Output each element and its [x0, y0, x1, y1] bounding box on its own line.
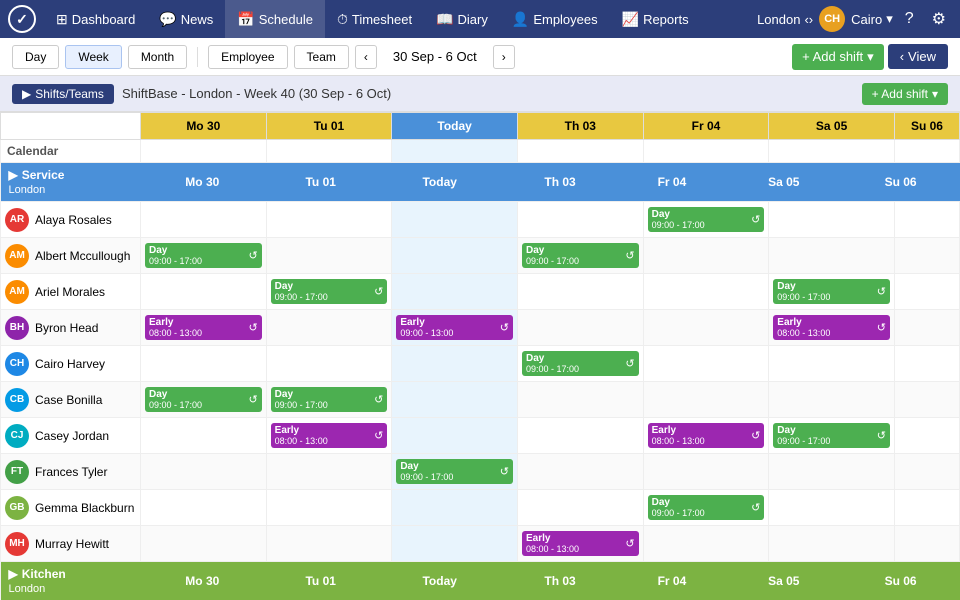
reports-icon: 📈 — [622, 11, 639, 28]
schedule-icon: 📅 — [237, 11, 254, 28]
location-button[interactable]: London ‹› — [757, 12, 813, 27]
emp-name-gemma: GB Gemma Blackburn — [1, 490, 141, 526]
date-range: 30 Sep - 6 Oct — [383, 49, 487, 64]
schedule-table: Mo 30 Tu 01 Today Th 03 Fr 04 Sa 05 Su 0… — [0, 112, 960, 600]
header-today: Today — [392, 113, 518, 140]
next-week-button[interactable]: › — [493, 45, 515, 69]
add-shift-button[interactable]: + Add shift ▾ — [792, 44, 884, 70]
shift-block[interactable]: Day09:00 - 17:00 ↺ — [271, 279, 388, 304]
emp-name-frances: FT Frances Tyler — [1, 454, 141, 490]
employee-row-alaya: AR Alaya Rosales Day09:00 - 17:00 ↺ — [1, 202, 960, 238]
shift-block[interactable]: Day09:00 - 17:00 ↺ — [396, 459, 513, 484]
shift-block[interactable]: Early08:00 - 13:00 ↺ — [522, 531, 639, 556]
shifts-banner: ▶ Shifts/Teams ShiftBase - London - Week… — [0, 76, 960, 112]
logo-icon: ✓ — [8, 5, 36, 33]
shift-block[interactable]: Day09:00 - 17:00 ↺ — [773, 279, 890, 304]
user-menu-button[interactable]: Cairo ▾ — [851, 11, 893, 27]
month-view-button[interactable]: Month — [128, 45, 187, 69]
header-fri: Fr 04 — [643, 113, 769, 140]
shift-block[interactable]: Day09:00 - 17:00 ↺ — [773, 423, 890, 448]
shift-block[interactable]: Day09:00 - 17:00 ↺ — [522, 243, 639, 268]
diary-icon: 📖 — [436, 11, 453, 28]
day-view-button[interactable]: Day — [12, 45, 59, 69]
service-label: ▶ServiceLondon — [1, 163, 141, 201]
shift-block[interactable]: Day09:00 - 17:00 ↺ — [271, 387, 388, 412]
header-empty — [1, 113, 141, 140]
nav-employees[interactable]: 👤 Employees — [500, 0, 610, 38]
help-button[interactable]: ? — [899, 8, 920, 30]
emp-name-casey: CJ Casey Jordan — [1, 418, 141, 454]
nav-items: ⊞ Dashboard 💬 News 📅 Schedule ⏱ Timeshee… — [44, 0, 757, 38]
dashboard-icon: ⊞ — [56, 11, 68, 28]
nav-news[interactable]: 💬 News — [147, 0, 225, 38]
timesheet-icon: ⏱ — [337, 11, 348, 28]
week-view-button[interactable]: Week — [65, 45, 121, 69]
shift-block[interactable]: Day09:00 - 17:00 ↺ — [145, 387, 262, 412]
shift-block[interactable]: Early08:00 - 13:00 ↺ — [271, 423, 388, 448]
shifts-teams-tab[interactable]: ▶ Shifts/Teams — [12, 84, 114, 104]
employee-row-gemma: GB Gemma Blackburn Day09:00 - 17:00 ↺ — [1, 490, 960, 526]
emp-name-case: CB Case Bonilla — [1, 382, 141, 418]
shifts-title: ShiftBase - London - Week 40 (30 Sep - 6… — [122, 86, 854, 101]
employee-row-albert: AM Albert Mccullough Day09:00 - 17:00 ↺ … — [1, 238, 960, 274]
shift-block[interactable]: Day09:00 - 17:00 ↺ — [648, 495, 765, 520]
nav-diary[interactable]: 📖 Diary — [424, 0, 500, 38]
header-thu: Th 03 — [517, 113, 643, 140]
shift-block[interactable]: Early08:00 - 13:00 ↺ — [145, 315, 262, 340]
employee-row-murray: MH Murray Hewitt Early08:00 - 13:00 ↺ — [1, 526, 960, 562]
employee-row-frances: FT Frances Tyler Day09:00 - 17:00 ↺ — [1, 454, 960, 490]
nav-timesheet[interactable]: ⏱ Timesheet — [325, 0, 424, 38]
header-tue: Tu 01 — [266, 113, 392, 140]
header-mon: Mo 30 — [141, 113, 267, 140]
emp-name-ariel: AM Ariel Morales — [1, 274, 141, 310]
nav-reports[interactable]: 📈 Reports — [610, 0, 701, 38]
employee-row-cairo: CH Cairo Harvey Day09:00 - 17:00 ↺ — [1, 346, 960, 382]
shift-block[interactable]: Day09:00 - 17:00 ↺ — [145, 243, 262, 268]
shift-block[interactable]: Day09:00 - 17:00 ↺ — [648, 207, 765, 232]
kitchen-section-header: ▶KitchenLondon Mo 30 Tu 01 Today Th 03 F… — [1, 562, 960, 600]
top-nav: ✓ ⊞ Dashboard 💬 News 📅 Schedule ⏱ Timesh… — [0, 0, 960, 38]
emp-name-alaya: AR Alaya Rosales — [1, 202, 141, 238]
employee-row-ariel: AM Ariel Morales Day09:00 - 17:00 ↺ — [1, 274, 960, 310]
emp-name-murray: MH Murray Hewitt — [1, 526, 141, 562]
header-sat: Sa 05 — [769, 113, 895, 140]
shift-block[interactable]: Early09:00 - 13:00 ↺ — [396, 315, 513, 340]
emp-name-cairo: CH Cairo Harvey — [1, 346, 141, 382]
employee-view-button[interactable]: Employee — [208, 45, 287, 69]
nav-right: London ‹› CH Cairo ▾ ? ⚙ — [757, 6, 952, 32]
shift-block[interactable]: Early08:00 - 13:00 ↺ — [773, 315, 890, 340]
calendar-container: Mo 30 Tu 01 Today Th 03 Fr 04 Sa 05 Su 0… — [0, 112, 960, 600]
nav-schedule[interactable]: 📅 Schedule — [225, 0, 325, 38]
calendar-label: Calendar — [1, 140, 141, 163]
news-icon: 💬 — [159, 11, 176, 28]
shift-block[interactable]: Day09:00 - 17:00 ↺ — [522, 351, 639, 376]
settings-button[interactable]: ⚙ — [926, 7, 952, 31]
sub-nav: Day Week Month Employee Team ‹ 30 Sep - … — [0, 38, 960, 76]
calendar-label-row: Calendar — [1, 140, 960, 163]
divider — [197, 47, 198, 67]
nav-dashboard[interactable]: ⊞ Dashboard — [44, 0, 147, 38]
employee-row-casey: CJ Casey Jordan Early08:00 - 13:00 ↺ Ear… — [1, 418, 960, 454]
prev-week-button[interactable]: ‹ — [355, 45, 377, 69]
kitchen-label: ▶KitchenLondon — [1, 562, 141, 600]
view-toggle-button[interactable]: ‹ View — [888, 44, 948, 69]
header-sun: Su 06 — [894, 113, 959, 140]
service-section-header: ▶ServiceLondon Mo 30 Tu 01 Today Th 03 F… — [1, 163, 960, 202]
employee-row-byron: BH Byron Head Early08:00 - 13:00 ↺ Early… — [1, 310, 960, 346]
employee-row-case: CB Case Bonilla Day09:00 - 17:00 ↺ Day09… — [1, 382, 960, 418]
add-shift-banner-button[interactable]: + Add shift ▾ — [862, 83, 948, 105]
emp-name-albert: AM Albert Mccullough — [1, 238, 141, 274]
employees-icon: 👤 — [512, 11, 529, 28]
day-header-row: Mo 30 Tu 01 Today Th 03 Fr 04 Sa 05 Su 0… — [1, 113, 960, 140]
team-view-button[interactable]: Team — [294, 45, 349, 69]
shift-block[interactable]: Early08:00 - 13:00 ↺ — [648, 423, 765, 448]
user-avatar: CH — [819, 6, 845, 32]
emp-name-byron: BH Byron Head — [1, 310, 141, 346]
